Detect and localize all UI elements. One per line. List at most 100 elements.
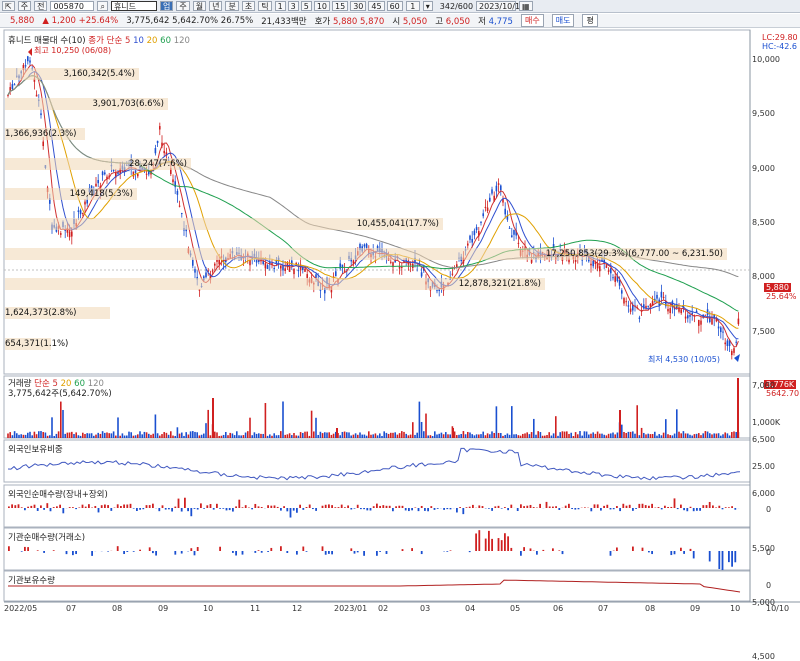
foreign-net-bar [430, 506, 432, 508]
foreign-net-bar [424, 508, 426, 511]
volume-bar [183, 436, 185, 438]
volume-bar [273, 433, 275, 438]
foreign-net-bar [261, 507, 263, 508]
pane-frame [4, 376, 750, 438]
foreign-net-bar [699, 508, 701, 511]
candle-body [467, 244, 469, 246]
price-axis-label: 7,500 [752, 327, 775, 336]
foreign-net-bar [731, 506, 733, 508]
volume-bar [311, 411, 313, 438]
foreign-net-bar [651, 504, 653, 508]
volume-bar [289, 433, 291, 438]
inst-net-bar [507, 536, 509, 551]
volume-bar [317, 435, 319, 438]
volume-bar [133, 436, 135, 438]
volume-bar [271, 436, 273, 438]
candle-body [599, 266, 601, 271]
stock-chart[interactable] [0, 0, 800, 618]
candle-body [471, 239, 473, 243]
inst-net-bar [488, 531, 490, 551]
volume-bar [278, 435, 280, 438]
volume-bar [399, 433, 401, 438]
foreign-net-bar [216, 504, 218, 508]
volume-bar [150, 435, 152, 438]
volume-bar [729, 435, 731, 438]
foreign-net-bar [642, 504, 644, 508]
foreign-net-bar [82, 505, 84, 508]
volume-bar [700, 435, 702, 438]
foreign-net-bar [632, 508, 634, 511]
candle-body [179, 206, 181, 207]
x-axis-label: 10/10 [766, 604, 789, 613]
candle-body [639, 318, 641, 319]
volume-bar [410, 435, 412, 438]
foreign-net-bar [584, 507, 586, 508]
foreign-net-bar [312, 508, 314, 509]
volume-bar [194, 432, 196, 438]
volume-bar [9, 432, 11, 438]
volume-bar [452, 428, 454, 438]
foreign-net-bar [411, 508, 413, 510]
volume-bar [67, 433, 69, 438]
foreign-net-bar [184, 498, 186, 508]
volume-bar [75, 432, 77, 438]
candle-body [36, 95, 38, 97]
foreign-net-bar [725, 507, 727, 508]
inst-net-bar [174, 551, 176, 555]
foreign-net-bar [661, 508, 663, 509]
volume-bar [122, 433, 124, 438]
candle-body [612, 277, 614, 278]
x-axis-label: 06 [553, 604, 563, 613]
volume-bar [507, 433, 509, 438]
volume-bar [577, 434, 579, 438]
candle-body [680, 309, 682, 313]
volume-bar [691, 436, 693, 438]
volume-bar [630, 432, 632, 438]
volume-bar [97, 433, 99, 438]
volume-profile-bar: 1,366,936(2.3%) [5, 128, 85, 140]
inst-net-bar [616, 547, 618, 551]
volume-bar [212, 398, 214, 438]
price-axis-label: 6,000 [752, 489, 775, 498]
volume-bar [654, 432, 656, 438]
foreign-net-bar [680, 505, 682, 508]
volume-bar [146, 432, 148, 438]
candle-body [86, 200, 88, 204]
foreign-net-bar [197, 508, 199, 510]
ma-60-legend: 60 [157, 36, 171, 46]
candle-body [656, 295, 658, 299]
volume-bar [238, 435, 240, 438]
inst-net-bar [402, 549, 404, 551]
foreign-net-bar [354, 508, 356, 509]
volume-bar [221, 436, 223, 438]
volume-bar [139, 431, 141, 438]
inst-net-bar [27, 547, 29, 551]
volume-bar [595, 434, 597, 438]
volume-bar [405, 434, 407, 438]
foreign-net-bar [517, 508, 519, 511]
foreign-net-bar [507, 508, 509, 510]
foreign-net-bar [88, 504, 90, 508]
foreign-net-bar [478, 505, 480, 508]
candle-body [628, 305, 630, 306]
volume-bar [599, 434, 601, 438]
candle-body [608, 270, 610, 271]
inst-net-bar [648, 551, 650, 552]
candle-body [344, 271, 346, 272]
volume-bar [348, 432, 350, 438]
volume-bar [531, 432, 533, 438]
volume-bar [601, 434, 603, 438]
volume-bar [606, 435, 608, 438]
candle-body [249, 260, 251, 265]
x-axis-label: 10 [203, 604, 213, 613]
volume-bar [487, 433, 489, 438]
foreign-net-bar [181, 508, 183, 512]
volume-bar [346, 432, 348, 438]
volume-bar [551, 436, 553, 438]
volume-bar [698, 433, 700, 438]
candle-body [518, 243, 520, 244]
ma-20-line [8, 76, 738, 329]
inst-net-bar [354, 551, 356, 554]
volume-bar [515, 434, 517, 438]
foreign-net-bar [194, 508, 196, 509]
